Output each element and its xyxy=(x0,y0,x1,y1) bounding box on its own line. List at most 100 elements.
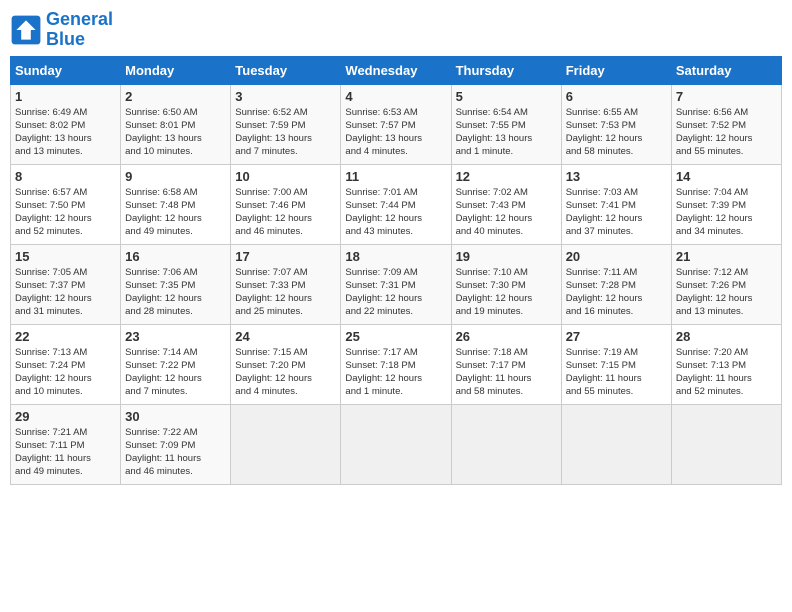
calendar-day-cell: 16Sunrise: 7:06 AM Sunset: 7:35 PM Dayli… xyxy=(121,244,231,324)
day-detail: Sunrise: 6:53 AM Sunset: 7:57 PM Dayligh… xyxy=(345,106,446,159)
day-detail: Sunrise: 7:21 AM Sunset: 7:11 PM Dayligh… xyxy=(15,426,116,479)
day-detail: Sunrise: 6:56 AM Sunset: 7:52 PM Dayligh… xyxy=(676,106,777,159)
calendar-day-cell: 15 Sunrise: 7:05 AM Sunset: 7:37 PM Dayli… xyxy=(11,244,121,324)
calendar-day-cell: 4 Sunrise: 6:53 AM Sunset: 7:57 PM Daylig… xyxy=(341,84,451,164)
day-detail: Sunrise: 7:12 AM Sunset: 7:26 PM Dayligh… xyxy=(676,266,777,319)
day-detail: Sunrise: 7:10 AM Sunset: 7:30 PM Dayligh… xyxy=(456,266,557,319)
calendar-day-cell: 24 Sunrise: 7:15 AM Sunset: 7:20 PM Dayli… xyxy=(231,324,341,404)
calendar-week-row: 1 Sunrise: 6:49 AM Sunset: 8:02 PM Daylig… xyxy=(11,84,782,164)
day-number: 2 xyxy=(125,89,226,104)
logo-icon xyxy=(10,14,42,46)
calendar-day-cell xyxy=(231,404,341,484)
day-detail: Sunrise: 7:00 AM Sunset: 7:46 PM Dayligh… xyxy=(235,186,336,239)
day-detail: Sunrise: 7:04 AM Sunset: 7:39 PM Dayligh… xyxy=(676,186,777,239)
calendar-day-cell: 6 Sunrise: 6:55 AM Sunset: 7:53 PM Daylig… xyxy=(561,84,671,164)
day-detail: Sunrise: 6:49 AM Sunset: 8:02 PM Dayligh… xyxy=(15,106,116,159)
calendar-day-cell: 11 Sunrise: 7:01 AM Sunset: 7:44 PM Dayli… xyxy=(341,164,451,244)
day-detail: Sunrise: 7:05 AM Sunset: 7:37 PM Dayligh… xyxy=(15,266,116,319)
day-number: 6 xyxy=(566,89,667,104)
calendar-day-cell: 2 Sunrise: 6:50 AM Sunset: 8:01 PM Daylig… xyxy=(121,84,231,164)
day-detail: Sunrise: 7:01 AM Sunset: 7:44 PM Dayligh… xyxy=(345,186,446,239)
day-detail: Sunrise: 6:55 AM Sunset: 7:53 PM Dayligh… xyxy=(566,106,667,159)
day-detail: Sunrise: 6:52 AM Sunset: 7:59 PM Dayligh… xyxy=(235,106,336,159)
calendar-day-cell: 12 Sunrise: 7:02 AM Sunset: 7:43 PM Dayli… xyxy=(451,164,561,244)
calendar-day-cell: 3 Sunrise: 6:52 AM Sunset: 7:59 PM Daylig… xyxy=(231,84,341,164)
calendar-day-cell: 10 Sunrise: 7:00 AM Sunset: 7:46 PM Dayli… xyxy=(231,164,341,244)
calendar-day-cell: 8 Sunrise: 6:57 AM Sunset: 7:50 PM Daylig… xyxy=(11,164,121,244)
calendar-day-cell: 28Sunrise: 7:20 AM Sunset: 7:13 PM Dayli… xyxy=(671,324,781,404)
calendar-weekday-header: Wednesday xyxy=(341,56,451,84)
day-number: 29 xyxy=(15,409,116,424)
day-number: 1 xyxy=(15,89,116,104)
day-detail: Sunrise: 7:14 AM Sunset: 7:22 PM Dayligh… xyxy=(125,346,226,399)
day-number: 7 xyxy=(676,89,777,104)
day-number: 26 xyxy=(456,329,557,344)
calendar-day-cell xyxy=(561,404,671,484)
day-detail: Sunrise: 7:15 AM Sunset: 7:20 PM Dayligh… xyxy=(235,346,336,399)
calendar-weekday-header: Monday xyxy=(121,56,231,84)
day-detail: Sunrise: 7:06 AM Sunset: 7:35 PM Dayligh… xyxy=(125,266,226,319)
day-number: 8 xyxy=(15,169,116,184)
day-detail: Sunrise: 7:07 AM Sunset: 7:33 PM Dayligh… xyxy=(235,266,336,319)
calendar-day-cell: 22 Sunrise: 7:13 AM Sunset: 7:24 PM Dayli… xyxy=(11,324,121,404)
calendar-day-cell: 18 Sunrise: 7:09 AM Sunset: 7:31 PM Dayli… xyxy=(341,244,451,324)
calendar-day-cell: 7 Sunrise: 6:56 AM Sunset: 7:52 PM Daylig… xyxy=(671,84,781,164)
calendar-day-cell: 13Sunrise: 7:03 AM Sunset: 7:41 PM Dayli… xyxy=(561,164,671,244)
calendar-weekday-header: Friday xyxy=(561,56,671,84)
day-number: 30 xyxy=(125,409,226,424)
day-number: 27 xyxy=(566,329,667,344)
calendar-week-row: 8 Sunrise: 6:57 AM Sunset: 7:50 PM Daylig… xyxy=(11,164,782,244)
calendar-body: 1 Sunrise: 6:49 AM Sunset: 8:02 PM Daylig… xyxy=(11,84,782,484)
calendar-day-cell: 5Sunrise: 6:54 AM Sunset: 7:55 PM Daylig… xyxy=(451,84,561,164)
day-detail: Sunrise: 7:17 AM Sunset: 7:18 PM Dayligh… xyxy=(345,346,446,399)
day-number: 14 xyxy=(676,169,777,184)
day-detail: Sunrise: 7:19 AM Sunset: 7:15 PM Dayligh… xyxy=(566,346,667,399)
calendar-day-cell: 30 Sunrise: 7:22 AM Sunset: 7:09 PM Dayli… xyxy=(121,404,231,484)
day-detail: Sunrise: 6:50 AM Sunset: 8:01 PM Dayligh… xyxy=(125,106,226,159)
calendar-week-row: 15 Sunrise: 7:05 AM Sunset: 7:37 PM Dayli… xyxy=(11,244,782,324)
day-number: 20 xyxy=(566,249,667,264)
day-detail: Sunrise: 6:58 AM Sunset: 7:48 PM Dayligh… xyxy=(125,186,226,239)
day-detail: Sunrise: 7:18 AM Sunset: 7:17 PM Dayligh… xyxy=(456,346,557,399)
logo: General Blue xyxy=(10,10,113,50)
day-detail: Sunrise: 6:54 AM Sunset: 7:55 PM Dayligh… xyxy=(456,106,557,159)
calendar-day-cell xyxy=(671,404,781,484)
day-number: 4 xyxy=(345,89,446,104)
day-number: 24 xyxy=(235,329,336,344)
calendar-day-cell xyxy=(451,404,561,484)
day-detail: Sunrise: 7:09 AM Sunset: 7:31 PM Dayligh… xyxy=(345,266,446,319)
calendar-day-cell: 26 Sunrise: 7:18 AM Sunset: 7:17 PM Dayli… xyxy=(451,324,561,404)
calendar-day-cell: 19 Sunrise: 7:10 AM Sunset: 7:30 PM Dayli… xyxy=(451,244,561,324)
day-detail: Sunrise: 7:20 AM Sunset: 7:13 PM Dayligh… xyxy=(676,346,777,399)
calendar-day-cell: 25Sunrise: 7:17 AM Sunset: 7:18 PM Dayli… xyxy=(341,324,451,404)
day-detail: Sunrise: 6:57 AM Sunset: 7:50 PM Dayligh… xyxy=(15,186,116,239)
calendar-day-cell: 14 Sunrise: 7:04 AM Sunset: 7:39 PM Dayli… xyxy=(671,164,781,244)
day-number: 22 xyxy=(15,329,116,344)
day-detail: Sunrise: 7:02 AM Sunset: 7:43 PM Dayligh… xyxy=(456,186,557,239)
calendar-day-cell: 1 Sunrise: 6:49 AM Sunset: 8:02 PM Daylig… xyxy=(11,84,121,164)
day-detail: Sunrise: 7:22 AM Sunset: 7:09 PM Dayligh… xyxy=(125,426,226,479)
calendar-week-row: 29 Sunrise: 7:21 AM Sunset: 7:11 PM Dayli… xyxy=(11,404,782,484)
day-number: 11 xyxy=(345,169,446,184)
calendar-day-cell: 29 Sunrise: 7:21 AM Sunset: 7:11 PM Dayli… xyxy=(11,404,121,484)
day-number: 15 xyxy=(15,249,116,264)
calendar-weekday-header: Thursday xyxy=(451,56,561,84)
calendar-week-row: 22 Sunrise: 7:13 AM Sunset: 7:24 PM Dayli… xyxy=(11,324,782,404)
day-number: 19 xyxy=(456,249,557,264)
calendar-weekday-header: Sunday xyxy=(11,56,121,84)
day-number: 23 xyxy=(125,329,226,344)
day-number: 18 xyxy=(345,249,446,264)
calendar-day-cell: 9 Sunrise: 6:58 AM Sunset: 7:48 PM Daylig… xyxy=(121,164,231,244)
day-number: 10 xyxy=(235,169,336,184)
day-number: 3 xyxy=(235,89,336,104)
day-number: 12 xyxy=(456,169,557,184)
day-number: 17 xyxy=(235,249,336,264)
day-detail: Sunrise: 7:13 AM Sunset: 7:24 PM Dayligh… xyxy=(15,346,116,399)
calendar-day-cell: 23 Sunrise: 7:14 AM Sunset: 7:22 PM Dayli… xyxy=(121,324,231,404)
calendar-day-cell: 17 Sunrise: 7:07 AM Sunset: 7:33 PM Dayli… xyxy=(231,244,341,324)
calendar-header-row: SundayMondayTuesdayWednesdayThursdayFrid… xyxy=(11,56,782,84)
calendar-day-cell: 20Sunrise: 7:11 AM Sunset: 7:28 PM Dayli… xyxy=(561,244,671,324)
calendar-weekday-header: Tuesday xyxy=(231,56,341,84)
day-number: 9 xyxy=(125,169,226,184)
calendar-day-cell: 27 Sunrise: 7:19 AM Sunset: 7:15 PM Dayli… xyxy=(561,324,671,404)
